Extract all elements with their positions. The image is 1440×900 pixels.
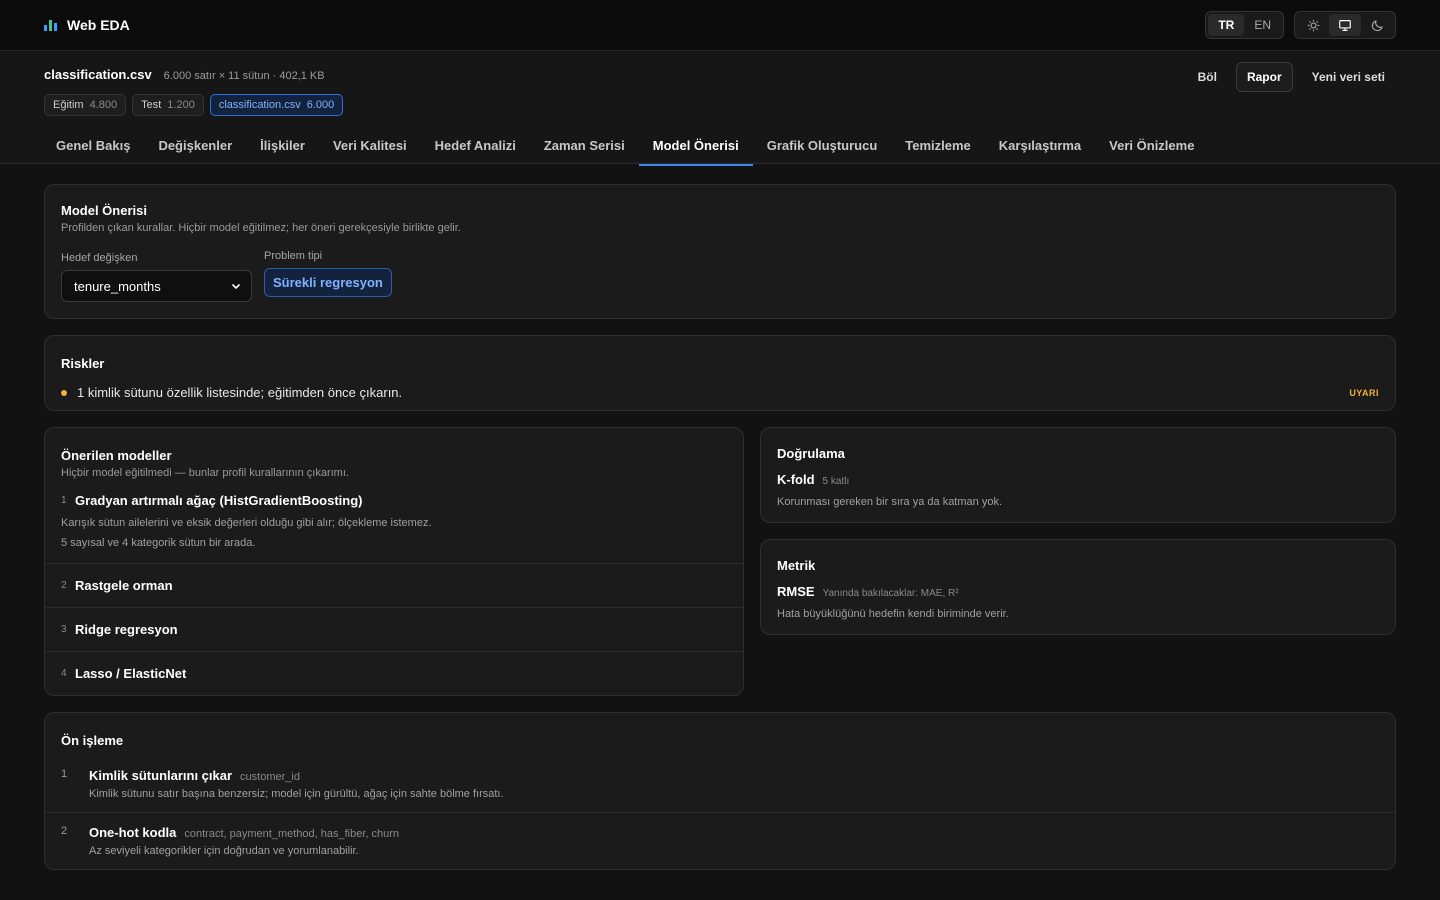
- target-label: Hedef değişken: [61, 252, 138, 264]
- theme-dark-button[interactable]: [1361, 14, 1393, 36]
- theme-switch: [1294, 11, 1396, 39]
- problem-type-label: Problem tipi: [264, 250, 323, 262]
- step-columns: customer_id: [240, 771, 300, 783]
- tab-chart-builder[interactable]: Grafik Oluşturucu: [753, 128, 892, 166]
- metric-description: Hata büyüklüğünü hedefin kendi biriminde…: [777, 608, 1009, 620]
- target-select[interactable]: tenure_months: [61, 270, 252, 302]
- step-description: Kimlik sütunu satır başına benzersiz; mo…: [89, 788, 504, 800]
- risks-card: Riskler 1 kimlik sütunu özellik listesin…: [44, 335, 1396, 411]
- step-name: Kimlik sütunlarını çıkar: [89, 768, 233, 783]
- model-item: 3 Ridge regresyon: [45, 607, 743, 651]
- model-item: 2 Rastgele orman: [45, 563, 743, 607]
- card-title: Model Önerisi: [61, 203, 147, 218]
- tab-relationships[interactable]: İlişkiler: [246, 128, 319, 166]
- language-switch: TR EN: [1205, 11, 1284, 39]
- chip-full-dataset[interactable]: classification.csv 6.000: [209, 94, 344, 116]
- model-index: 4: [61, 668, 67, 679]
- tab-data-preview[interactable]: Veri Önizleme: [1095, 128, 1208, 166]
- model-name: Rastgele orman: [75, 578, 173, 593]
- card-title: Ön işleme: [61, 733, 124, 748]
- main-content: Model Önerisi Profilden çıkan kurallar. …: [0, 164, 1440, 900]
- model-index: 3: [61, 624, 67, 635]
- validation-description: Korunması gereken bir sıra ya da katman …: [777, 496, 1002, 508]
- new-dataset-button[interactable]: Yeni veri seti: [1301, 62, 1396, 92]
- card-title: Doğrulama: [777, 446, 845, 461]
- chevron-down-icon: [231, 283, 241, 290]
- metric-card: Metrik RMSE Yanında bakılacaklar: MAE, R…: [760, 539, 1396, 635]
- model-item: 4 Lasso / ElasticNet: [45, 651, 743, 695]
- validation-folds: 5 katlı: [822, 476, 850, 487]
- file-header: classification.csv 6.000 satır × 11 sütu…: [0, 51, 1440, 166]
- metric-secondary: Yanında bakılacaklar: MAE, R²: [822, 588, 959, 599]
- preprocessing-step: 1 Kimlik sütunlarını çıkar customer_id K…: [45, 748, 1395, 812]
- model-detail: 5 sayısal ve 4 kategorik sütun bir arada…: [61, 537, 256, 549]
- tab-variables[interactable]: Değişkenler: [144, 128, 246, 166]
- app-title: Web EDA: [67, 17, 130, 33]
- tab-target-analysis[interactable]: Hedef Analizi: [421, 128, 530, 166]
- model-name: Gradyan artırmalı ağaç (HistGradientBoos…: [75, 493, 363, 508]
- theme-light-button[interactable]: [1297, 14, 1329, 36]
- file-name: classification.csv: [44, 67, 152, 82]
- tab-bar: Genel Bakış Değişkenler İlişkiler Veri K…: [42, 128, 1396, 166]
- risk-text: 1 kimlik sütunu özellik listesinde; eğit…: [77, 385, 403, 400]
- model-index: 1: [61, 495, 67, 506]
- bar-chart-icon: [44, 19, 57, 31]
- model-suggestion-card: Model Önerisi Profilden çıkan kurallar. …: [44, 184, 1396, 319]
- top-bar: Web EDA TR EN: [0, 0, 1440, 51]
- preprocessing-card: Ön işleme 1 Kimlik sütunlarını çıkar cus…: [44, 712, 1396, 870]
- moon-icon: [1371, 19, 1383, 31]
- risk-item: 1 kimlik sütunu özellik listesinde; eğit…: [45, 371, 1395, 410]
- chip-test[interactable]: Test 1.200: [132, 94, 204, 116]
- chip-label: Test: [141, 99, 162, 111]
- model-index: 2: [61, 580, 67, 591]
- tab-data-quality[interactable]: Veri Kalitesi: [319, 128, 421, 166]
- model-name: Lasso / ElasticNet: [75, 666, 187, 681]
- model-item: 1 Gradyan artırmalı ağaç (HistGradientBo…: [45, 479, 743, 563]
- report-button[interactable]: Rapor: [1235, 62, 1293, 92]
- step-index: 1: [61, 768, 68, 780]
- step-columns: contract, payment_method, has_fiber, chu…: [184, 828, 400, 840]
- tab-cleaning[interactable]: Temizleme: [891, 128, 985, 166]
- tab-model-suggestion[interactable]: Model Önerisi: [638, 128, 753, 166]
- chip-count: 1.200: [167, 99, 195, 111]
- tab-time-series[interactable]: Zaman Serisi: [530, 128, 639, 166]
- step-description: Az seviyeli kategorikler için doğrudan v…: [89, 845, 359, 857]
- target-value: tenure_months: [74, 278, 161, 294]
- lang-en-button[interactable]: EN: [1244, 14, 1281, 36]
- chip-label: Eğitim: [53, 99, 84, 111]
- validation-card: Doğrulama K-fold 5 katlı Korunması gerek…: [760, 427, 1396, 523]
- preprocessing-step: 2 One-hot kodla contract, payment_method…: [45, 812, 1395, 869]
- validation-method: K-fold: [777, 472, 815, 487]
- card-subtitle: Profilden çıkan kurallar. Hiçbir model e…: [61, 222, 461, 234]
- chip-count: 4.800: [89, 99, 118, 111]
- risk-level-badge: UYARI: [1349, 387, 1379, 398]
- card-title: Riskler: [61, 356, 105, 371]
- card-subtitle: Hiçbir model eğitilmedi — bunlar profil …: [61, 467, 349, 479]
- model-description: Karışık sütun ailelerini ve eksik değerl…: [61, 517, 432, 529]
- chip-label: classification.csv: [218, 99, 301, 111]
- lang-tr-button[interactable]: TR: [1208, 14, 1245, 36]
- sun-icon: [1307, 19, 1319, 31]
- problem-type-badge: Sürekli regresyon: [264, 268, 392, 297]
- warning-dot-icon: [61, 389, 67, 396]
- recommended-models-card: Önerilen modeller Hiçbir model eğitilmed…: [44, 427, 744, 696]
- step-index: 2: [61, 825, 68, 837]
- monitor-icon: [1339, 19, 1351, 31]
- model-name: Ridge regresyon: [75, 622, 178, 637]
- file-meta: 6.000 satır × 11 sütun · 402,1 KB: [163, 70, 325, 82]
- chip-train[interactable]: Eğitim 4.800: [44, 94, 127, 116]
- chip-count: 6.000: [306, 99, 335, 111]
- tab-overview[interactable]: Genel Bakış: [42, 128, 144, 166]
- tab-comparison[interactable]: Karşılaştırma: [985, 128, 1095, 166]
- split-button[interactable]: Böl: [1187, 62, 1228, 92]
- theme-system-button[interactable]: [1329, 14, 1361, 36]
- metric-name: RMSE: [777, 584, 815, 599]
- app-brand[interactable]: Web EDA: [44, 17, 130, 33]
- step-name: One-hot kodla: [89, 825, 177, 840]
- card-title: Önerilen modeller: [61, 448, 172, 463]
- card-title: Metrik: [777, 558, 816, 573]
